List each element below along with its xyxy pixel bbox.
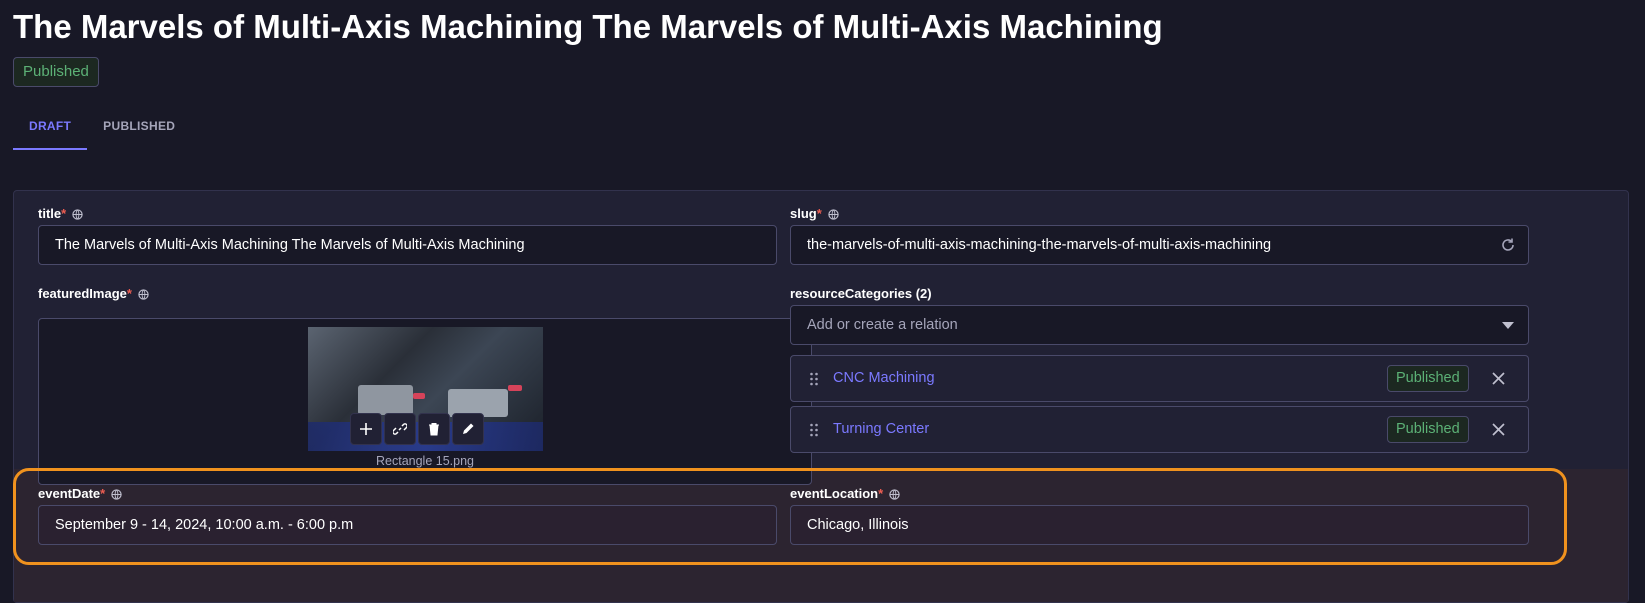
- globe-icon: [138, 288, 149, 300]
- status-badge: Published: [13, 57, 99, 87]
- event-date-label-text: eventDate: [38, 486, 101, 501]
- required-asterisk: *: [878, 486, 884, 501]
- required-asterisk: *: [126, 286, 132, 301]
- relation-link[interactable]: CNC Machining: [833, 370, 935, 386]
- regenerate-icon[interactable]: [1500, 237, 1516, 253]
- event-location-input[interactable]: Chicago, Illinois: [790, 505, 1529, 545]
- link-icon: [393, 423, 407, 435]
- globe-icon: [72, 208, 83, 220]
- drag-handle-icon[interactable]: [809, 372, 819, 386]
- caret-down-icon[interactable]: [1502, 322, 1514, 329]
- title-input[interactable]: The Marvels of Multi-Axis Machining The …: [38, 225, 777, 265]
- relation-link[interactable]: Turning Center: [833, 421, 929, 437]
- required-asterisk: *: [61, 206, 67, 221]
- delete-image-button[interactable]: [418, 413, 450, 445]
- edit-form-panel: title * The Marvels of Multi-Axis Machin…: [13, 190, 1629, 603]
- featured-image-field-label: featuredImage *: [38, 286, 149, 302]
- tab-draft[interactable]: DRAFT: [13, 105, 88, 150]
- edit-image-button[interactable]: [452, 413, 484, 445]
- tab-bar: DRAFT PUBLISHED: [13, 105, 191, 150]
- event-location-field-label: eventLocation *: [790, 486, 900, 502]
- event-date-input[interactable]: September 9 - 14, 2024, 10:00 a.m. - 6:0…: [38, 505, 777, 545]
- page-title: The Marvels of Multi-Axis Machining The …: [13, 8, 1163, 45]
- relation-item: CNC Machining Published: [790, 355, 1529, 402]
- featured-image-box: Rectangle 15.png: [38, 318, 812, 485]
- slug-field-label: slug *: [790, 206, 839, 222]
- relation-placeholder: Add or create a relation: [807, 317, 958, 333]
- slug-label-text: slug: [790, 206, 817, 221]
- add-image-button[interactable]: [350, 413, 382, 445]
- globe-icon: [889, 488, 900, 500]
- title-label-text: title: [38, 206, 62, 221]
- globe-icon: [828, 208, 839, 220]
- required-asterisk: *: [816, 206, 822, 221]
- image-actions: [350, 413, 484, 445]
- close-icon[interactable]: [1492, 372, 1505, 385]
- resource-categories-label-text: resourceCategories (2): [790, 286, 932, 301]
- relation-combobox[interactable]: Add or create a relation: [790, 305, 1529, 345]
- featured-image-label-text: featuredImage: [38, 286, 127, 301]
- drag-handle-icon[interactable]: [809, 423, 819, 437]
- tab-published[interactable]: PUBLISHED: [87, 105, 191, 150]
- event-location-label-text: eventLocation: [790, 486, 879, 501]
- image-file-name: Rectangle 15.png: [376, 454, 474, 468]
- relation-item: Turning Center Published: [790, 406, 1529, 453]
- required-asterisk: *: [100, 486, 106, 501]
- slug-input[interactable]: the-marvels-of-multi-axis-machining-the-…: [790, 225, 1529, 265]
- resource-categories-field-label: resourceCategories (2): [790, 286, 932, 302]
- copy-link-button[interactable]: [384, 413, 416, 445]
- plus-icon: [360, 423, 372, 435]
- event-date-field-label: eventDate *: [38, 486, 122, 502]
- status-badge: Published: [1387, 416, 1469, 443]
- globe-icon: [111, 488, 122, 500]
- close-icon[interactable]: [1492, 423, 1505, 436]
- trash-icon: [429, 423, 439, 436]
- status-badge: Published: [1387, 365, 1469, 392]
- pencil-icon: [463, 423, 474, 434]
- title-field-label: title *: [38, 206, 83, 222]
- slug-value: the-marvels-of-multi-axis-machining-the-…: [807, 237, 1272, 253]
